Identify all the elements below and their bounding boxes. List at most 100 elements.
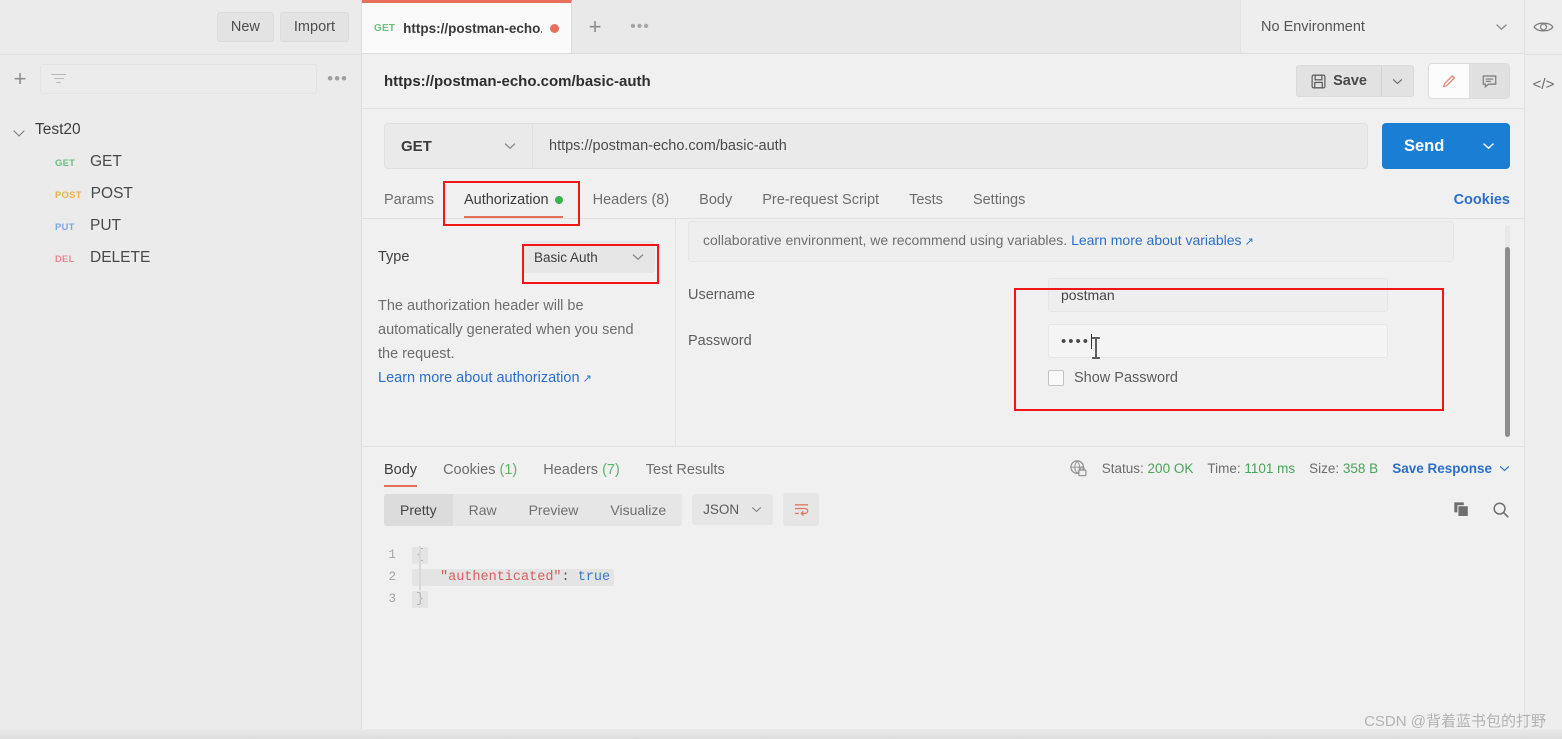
- tab-title: https://postman-echo.: [403, 20, 542, 36]
- view-toggle-group: [1428, 63, 1510, 99]
- open-request-tab[interactable]: GET https://postman-echo.: [362, 0, 572, 53]
- view-mode-preview[interactable]: Preview: [513, 494, 595, 526]
- username-input[interactable]: postman: [1048, 278, 1388, 312]
- tab-menu-icon[interactable]: •••: [618, 0, 662, 53]
- auth-type-row: Type Basic Auth: [378, 241, 655, 273]
- url-input[interactable]: https://postman-echo.com/basic-auth: [533, 124, 1367, 168]
- status-value: 200 OK: [1147, 461, 1194, 476]
- comments-button[interactable]: [1469, 64, 1509, 98]
- status-badge: Status: 200 OK: [1102, 461, 1194, 476]
- save-button[interactable]: Save: [1297, 66, 1381, 96]
- code-line: 3 }: [362, 588, 1524, 610]
- tab-label: Body: [384, 462, 418, 478]
- auth-active-dot: [554, 196, 563, 204]
- new-button[interactable]: New: [216, 12, 274, 42]
- list-item[interactable]: GET GET: [0, 146, 361, 178]
- show-password-toggle[interactable]: Show Password: [1048, 370, 1464, 386]
- mouse-cursor-ibeam: [1092, 337, 1100, 359]
- chevron-down-icon: [751, 506, 762, 513]
- copy-icon[interactable]: [1453, 501, 1470, 518]
- tab-params[interactable]: Params: [384, 192, 449, 218]
- chevron-down-icon: [1392, 78, 1403, 84]
- pencil-icon: [1442, 74, 1455, 87]
- show-password-checkbox[interactable]: [1048, 370, 1064, 386]
- view-mode-pretty[interactable]: Pretty: [384, 493, 453, 526]
- auth-type-value: Basic Auth: [534, 249, 598, 265]
- save-options-button[interactable]: [1381, 66, 1413, 96]
- response-tab-test-results[interactable]: Test Results: [646, 462, 725, 487]
- chevron-down-icon: [14, 125, 25, 136]
- add-new-icon[interactable]: +: [10, 67, 30, 90]
- tab-label: Settings: [972, 192, 1026, 208]
- password-masked-value: ••••: [1061, 332, 1091, 350]
- sidebar-more-icon[interactable]: •••: [327, 70, 351, 87]
- show-password-label: Show Password: [1074, 370, 1178, 386]
- collection-name: Test20: [35, 121, 81, 138]
- watermark: CSDN @背着蓝书包的打野: [1364, 713, 1546, 730]
- tab-tests[interactable]: Tests: [894, 192, 958, 218]
- view-mode-visualize[interactable]: Visualize: [594, 494, 682, 526]
- code-snippet-icon[interactable]: </>: [1525, 55, 1562, 113]
- filter-input[interactable]: [40, 63, 318, 94]
- learn-more-authorization-link[interactable]: Learn more about authorization: [378, 370, 580, 386]
- response-format-select[interactable]: JSON: [692, 494, 774, 525]
- search-icon[interactable]: [1492, 501, 1510, 519]
- chevron-down-icon: [1483, 143, 1494, 150]
- learn-more-variables-link[interactable]: Learn more about variables: [1071, 232, 1241, 248]
- cookies-link[interactable]: Cookies: [1454, 192, 1510, 218]
- request-section-tabs: Params Authorization Headers (8) Body Pr…: [362, 181, 1524, 219]
- new-tab-icon[interactable]: +: [572, 0, 618, 53]
- save-response-label: Save Response: [1392, 461, 1492, 476]
- tab-label: Test Results: [645, 462, 725, 478]
- http-method-select[interactable]: GET: [385, 124, 533, 168]
- code-fold-guide: [419, 546, 421, 590]
- save-label: Save: [1333, 73, 1367, 89]
- chevron-down-icon: [504, 143, 516, 150]
- line-number: 1: [388, 548, 396, 562]
- response-status-area: Status: 200 OK Time: 1101 ms Size: 358 B…: [1069, 459, 1510, 487]
- tab-headers[interactable]: Headers (8): [578, 192, 685, 218]
- tab-settings[interactable]: Settings: [958, 192, 1040, 218]
- code-line: 2 "authenticated": true: [362, 566, 1524, 588]
- tab-label: Tests: [909, 192, 943, 208]
- password-input[interactable]: ••••: [1048, 324, 1388, 359]
- status-label: Status:: [1101, 461, 1144, 476]
- edit-mode-button[interactable]: [1429, 64, 1469, 98]
- unsaved-changes-dot[interactable]: [550, 23, 559, 33]
- auth-type-select[interactable]: Basic Auth: [523, 241, 655, 273]
- size-label: Size:: [1309, 461, 1340, 476]
- save-response-button[interactable]: Save Response: [1392, 461, 1510, 476]
- line-number: 3: [388, 592, 396, 606]
- collection-folder-test20[interactable]: Test20: [0, 114, 361, 146]
- word-wrap-button[interactable]: [783, 493, 820, 526]
- password-row: Password ••••: [688, 324, 1464, 359]
- response-tab-body[interactable]: Body: [384, 462, 418, 487]
- tab-body[interactable]: Body: [684, 192, 747, 218]
- code-token-value: true: [577, 569, 611, 585]
- import-button[interactable]: Import: [279, 12, 349, 42]
- response-toolbar: Pretty Raw Preview Visualize JSON: [362, 487, 1524, 526]
- response-tab-headers[interactable]: Headers (7): [543, 462, 620, 487]
- environment-selector[interactable]: No Environment: [1240, 0, 1524, 54]
- line-number: 2: [388, 570, 396, 584]
- list-item[interactable]: DEL DELETE: [0, 242, 361, 274]
- chevron-down-icon: [1496, 23, 1507, 30]
- tab-label: Pre-request Script: [762, 192, 880, 208]
- main-area: GET https://postman-echo. + ••• https://…: [362, 0, 1524, 739]
- send-button[interactable]: Send: [1382, 123, 1510, 169]
- tab-pre-request-script[interactable]: Pre-request Script: [747, 192, 894, 218]
- postman-app-window: New Import + ••• Test20 GET GET POST POS…: [0, 0, 1562, 739]
- list-item[interactable]: POST POST: [0, 178, 361, 210]
- auth-scrollbar-thumb[interactable]: [1505, 247, 1510, 437]
- response-tab-cookies[interactable]: Cookies (1): [443, 462, 517, 487]
- tab-authorization[interactable]: Authorization: [449, 192, 578, 218]
- tab-method-badge: GET: [374, 22, 396, 34]
- environment-value: No Environment: [1261, 18, 1365, 35]
- response-body-code[interactable]: 1 { 2 "authenticated": true 3 }: [362, 526, 1524, 706]
- method-badge: POST: [55, 190, 82, 201]
- view-mode-raw[interactable]: Raw: [453, 494, 513, 526]
- environment-quick-look-button[interactable]: [1525, 0, 1562, 55]
- url-bar: GET https://postman-echo.com/basic-auth: [384, 123, 1368, 169]
- sidebar-top-actions: New Import: [0, 0, 361, 55]
- list-item[interactable]: PUT PUT: [0, 210, 361, 242]
